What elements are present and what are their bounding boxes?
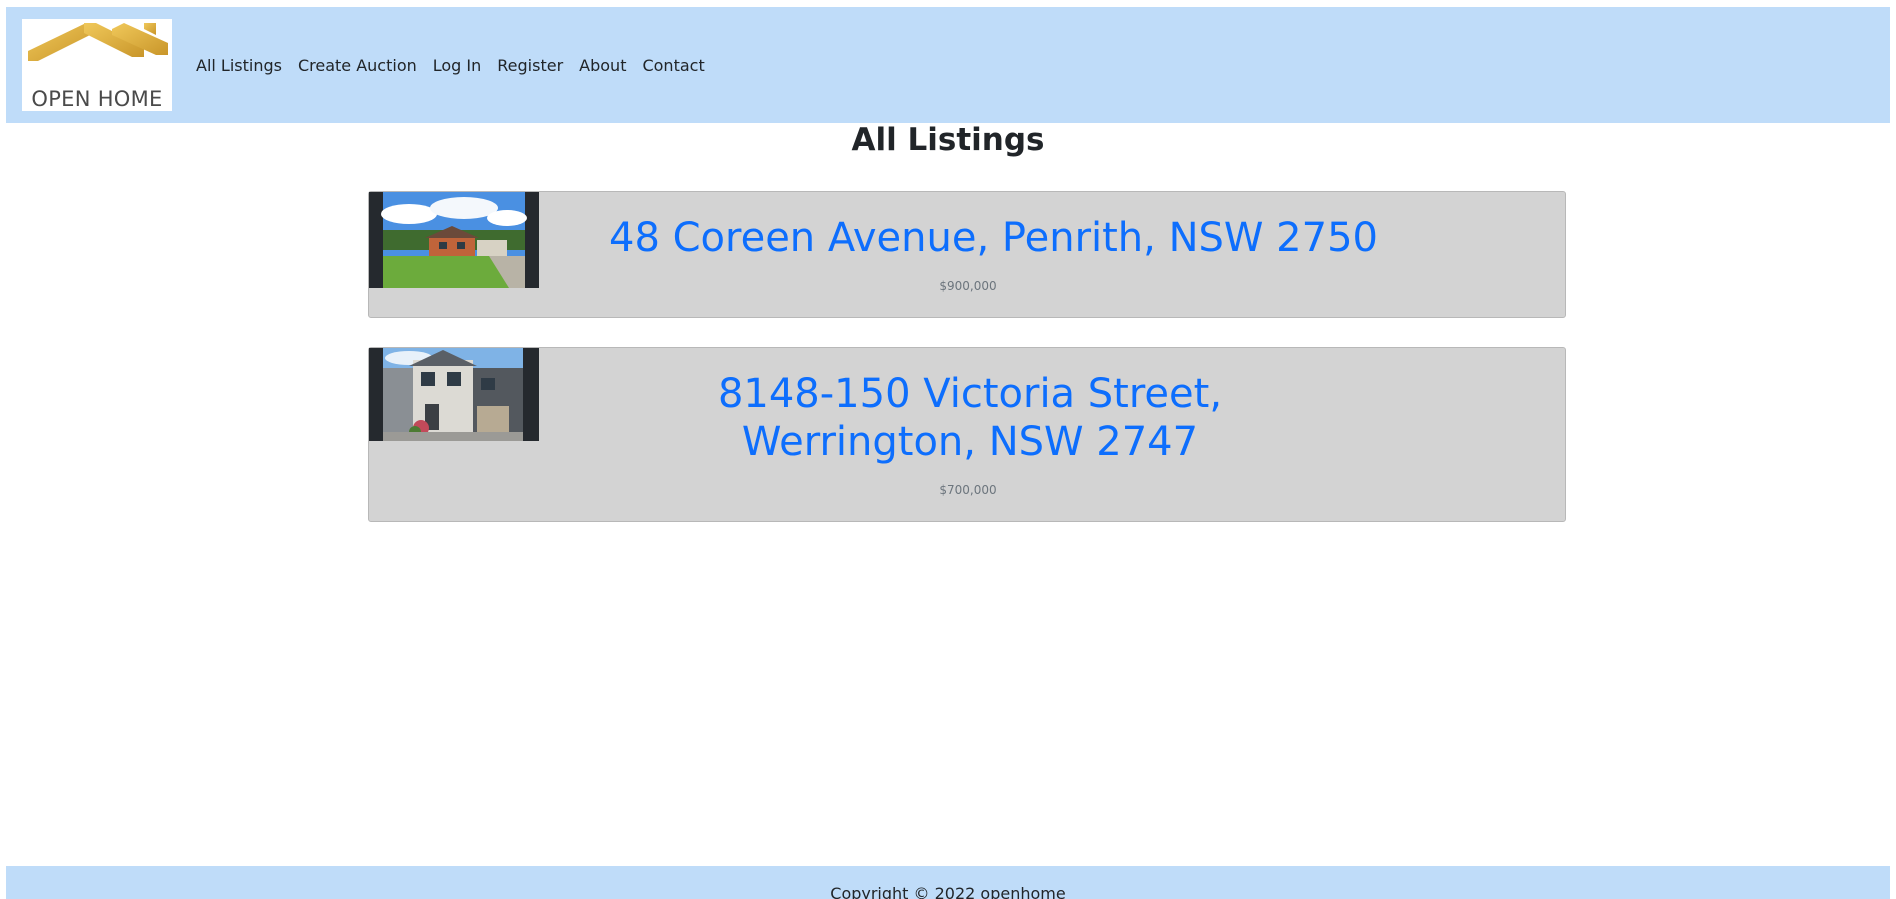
listing-thumbnail[interactable] bbox=[369, 192, 539, 288]
listing-card[interactable]: 48 Coreen Avenue, Penrith, NSW 2750 $900… bbox=[368, 191, 1566, 318]
house-photo-icon bbox=[369, 192, 539, 288]
navbar: OPEN HOME All Listings Create Auction Lo… bbox=[6, 7, 1890, 123]
nav-link-about[interactable]: About bbox=[579, 56, 626, 75]
nav-link-log-in[interactable]: Log In bbox=[433, 56, 482, 75]
listing-address-link[interactable]: 8148-150 Victoria Street, Werrington, NS… bbox=[619, 370, 1321, 466]
nav-links: All Listings Create Auction Log In Regis… bbox=[196, 56, 705, 75]
listing-price: $700,000 bbox=[939, 483, 997, 497]
roof-logo-icon bbox=[28, 23, 168, 61]
logo-text: OPEN HOME bbox=[31, 87, 163, 111]
page-title: All Listings bbox=[851, 122, 1045, 158]
listing-price: $900,000 bbox=[939, 279, 997, 293]
listing-card[interactable]: 8148-150 Victoria Street, Werrington, NS… bbox=[368, 347, 1566, 522]
nav-link-register[interactable]: Register bbox=[497, 56, 563, 75]
logo[interactable]: OPEN HOME bbox=[22, 19, 172, 111]
nav-link-create-auction[interactable]: Create Auction bbox=[298, 56, 417, 75]
townhouse-photo-icon bbox=[369, 348, 539, 441]
page: OPEN HOME All Listings Create Auction Lo… bbox=[0, 0, 1896, 899]
footer: Copyright © 2022 openhome bbox=[6, 866, 1890, 899]
copyright-text: Copyright © 2022 openhome bbox=[830, 884, 1066, 899]
listing-thumbnail[interactable] bbox=[369, 348, 539, 441]
nav-link-all-listings[interactable]: All Listings bbox=[196, 56, 282, 75]
nav-link-contact[interactable]: Contact bbox=[642, 56, 704, 75]
listing-address-link[interactable]: 48 Coreen Avenue, Penrith, NSW 2750 bbox=[609, 214, 1378, 262]
